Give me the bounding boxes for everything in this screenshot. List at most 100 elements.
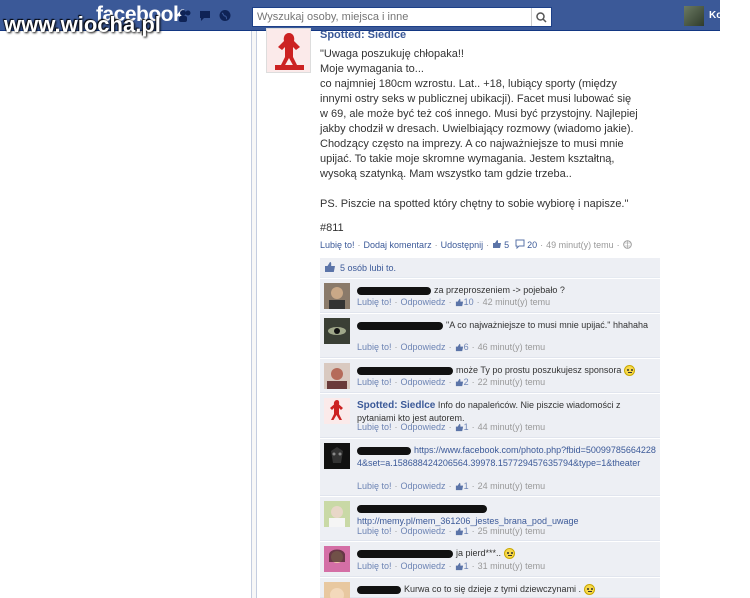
commenter-avatar[interactable] — [324, 443, 350, 469]
redacted-name[interactable] — [357, 366, 453, 375]
share-link[interactable]: Udostępnij — [441, 240, 484, 250]
thumbs-up-icon — [455, 343, 463, 351]
comment-time[interactable]: 44 minut(y) temu — [478, 422, 546, 432]
comment-reply-link[interactable]: Odpowiedz — [401, 342, 446, 352]
redacted-name[interactable] — [357, 585, 401, 594]
comment-text: za przeproszeniem -> pojebało ? — [434, 285, 565, 295]
notification-jewels — [178, 9, 232, 22]
comment-meta: Lubię to! · Odpowiedz · 1 · 24 minut(y) tem… — [357, 481, 546, 491]
comment-time[interactable]: 24 minut(y) temu — [478, 481, 546, 491]
comment-text: ja pierd***.. — [456, 548, 502, 558]
thumbs-up-icon — [455, 482, 463, 490]
comment-reply-link[interactable]: Odpowiedz — [401, 526, 446, 536]
post-hashtag: #811 — [320, 222, 344, 234]
likes-count[interactable]: 5 — [504, 240, 509, 250]
smiley-icon — [503, 548, 515, 560]
comment-meta: Lubię to! · Odpowiedz · 2 · 22 minut(y) tem… — [357, 377, 546, 387]
messages-icon[interactable] — [198, 9, 212, 22]
add-comment-link[interactable]: Dodaj komentarz — [364, 240, 432, 250]
redacted-name[interactable] — [357, 549, 453, 558]
comment-time[interactable]: 25 minut(y) temu — [478, 526, 546, 536]
thumbs-up-icon — [455, 378, 463, 386]
comment-time[interactable]: 31 minut(y) temu — [478, 561, 546, 571]
thumbs-up-icon — [324, 261, 336, 275]
search-icon — [536, 11, 547, 23]
commenter-avatar[interactable] — [324, 363, 350, 389]
post-author[interactable]: Spotted: Siedlce — [320, 29, 406, 41]
comment-time[interactable]: 22 minut(y) temu — [478, 377, 546, 387]
comment-reply-link[interactable]: Odpowiedz — [401, 377, 446, 387]
redacted-name[interactable] — [357, 321, 443, 330]
redacted-name[interactable] — [357, 446, 411, 455]
friend-requests-icon[interactable] — [178, 9, 192, 22]
thumbs-up-icon — [455, 527, 463, 535]
commenter-avatar[interactable] — [324, 501, 350, 527]
search-box — [252, 7, 552, 27]
page-avatar[interactable] — [266, 28, 311, 73]
comment-likes[interactable]: 2 — [464, 377, 469, 387]
like-link[interactable]: Lubię to! — [320, 240, 355, 250]
comment-time[interactable]: 42 minut(y) temu — [483, 297, 551, 307]
commenter-avatar[interactable] — [324, 546, 350, 572]
comment-link[interactable]: http://memy.pl/mem_361206_jestes_brana_p… — [357, 516, 578, 526]
comment-meta: Lubię to! · Odpowiedz · 1 · 31 minut(y) tem… — [357, 561, 546, 571]
search-button[interactable] — [531, 8, 551, 26]
comment: "A co najważniejsze to musi mnie upijać.… — [320, 314, 660, 358]
likes-summary-text[interactable]: 5 osób lubi to. — [340, 263, 396, 273]
comment-text: może Ty po prostu poszukujesz sponsora — [456, 365, 622, 375]
comment-text: Kurwa co to się dzieje z tymi dziewczyna… — [404, 584, 582, 594]
comments-count[interactable]: 20 — [527, 240, 537, 250]
comment-reply-link[interactable]: Odpowiedz — [401, 422, 446, 432]
comment-meta: Lubię to! · Odpowiedz · 6 · 46 minut(y) tem… — [357, 342, 546, 352]
commenter-avatar[interactable] — [324, 318, 350, 344]
page-avatar[interactable] — [324, 398, 350, 424]
comment-reply-link[interactable]: Odpowiedz — [401, 561, 446, 571]
comment-like-link[interactable]: Lubię to! — [357, 342, 392, 352]
public-globe-icon — [622, 239, 632, 251]
post-actions: Lubię to! · Dodaj komentarz · Udostępnij… — [320, 239, 632, 251]
user-avatar[interactable] — [684, 6, 704, 26]
comment: może Ty po prostu poszukujesz sponsora L… — [320, 359, 660, 393]
comment: Kurwa co to się dzieje z tymi dziewczyna… — [320, 578, 660, 598]
comment-likes[interactable]: 1 — [464, 561, 469, 571]
thumbs-up-icon — [492, 239, 502, 251]
redacted-name[interactable] — [357, 286, 431, 295]
commenter-avatar[interactable] — [324, 283, 350, 309]
comment-likes[interactable]: 1 — [464, 481, 469, 491]
comment-meta: Lubię to! · Odpowiedz · 10 · 42 minut(y) te… — [357, 297, 551, 307]
thumbs-up-icon — [455, 562, 463, 570]
comment-reply-link[interactable]: Odpowiedz — [401, 297, 446, 307]
likes-summary: 5 osób lubi to. — [320, 258, 660, 278]
comment-like-link[interactable]: Lubię to! — [357, 422, 392, 432]
smiley-icon — [623, 365, 635, 377]
comment-likes[interactable]: 6 — [464, 342, 469, 352]
comment-text: "A co najważniejsze to musi mnie upijać.… — [446, 320, 649, 330]
redacted-name[interactable] — [357, 504, 487, 513]
comment-likes[interactable]: 10 — [464, 297, 474, 307]
comment-like-link[interactable]: Lubię to! — [357, 377, 392, 387]
comment: http://memy.pl/mem_361206_jestes_brana_p… — [320, 497, 660, 541]
comment: za przeproszeniem -> pojebało ? Lubię to… — [320, 279, 660, 313]
comment: https://www.facebook.com/photo.php?fbid=… — [320, 439, 660, 496]
post-time[interactable]: 49 minut(y) temu — [546, 240, 614, 250]
comment-like-link[interactable]: Lubię to! — [357, 526, 392, 536]
comment-meta: Lubię to! · Odpowiedz · 1 · 25 minut(y) tem… — [357, 526, 546, 536]
globe-icon[interactable] — [218, 9, 232, 22]
feed-column-border — [251, 31, 257, 598]
comment-likes[interactable]: 1 — [464, 526, 469, 536]
smiley-icon — [583, 584, 595, 596]
comment-like-link[interactable]: Lubię to! — [357, 297, 392, 307]
thumbs-up-icon — [455, 423, 463, 431]
comment: ja pierd***.. Lubię to! · Odpowiedz · 1 · 3… — [320, 542, 660, 577]
post-text: "Uwaga poszukuję chłopaka!! Moje wymagan… — [320, 48, 638, 210]
comment-like-link[interactable]: Lubię to! — [357, 481, 392, 491]
comment-time[interactable]: 46 minut(y) temu — [478, 342, 546, 352]
search-input[interactable] — [253, 8, 531, 26]
user-name[interactable]: Ko — [709, 10, 722, 21]
comment-likes[interactable]: 1 — [464, 422, 469, 432]
comment: Spotted: Siedlce Info do napaleńców. Nie… — [320, 394, 660, 438]
comment-reply-link[interactable]: Odpowiedz — [401, 481, 446, 491]
commenter-avatar[interactable] — [324, 582, 350, 598]
comment-like-link[interactable]: Lubię to! — [357, 561, 392, 571]
commenter-name[interactable]: Spotted: Siedlce — [357, 400, 435, 411]
